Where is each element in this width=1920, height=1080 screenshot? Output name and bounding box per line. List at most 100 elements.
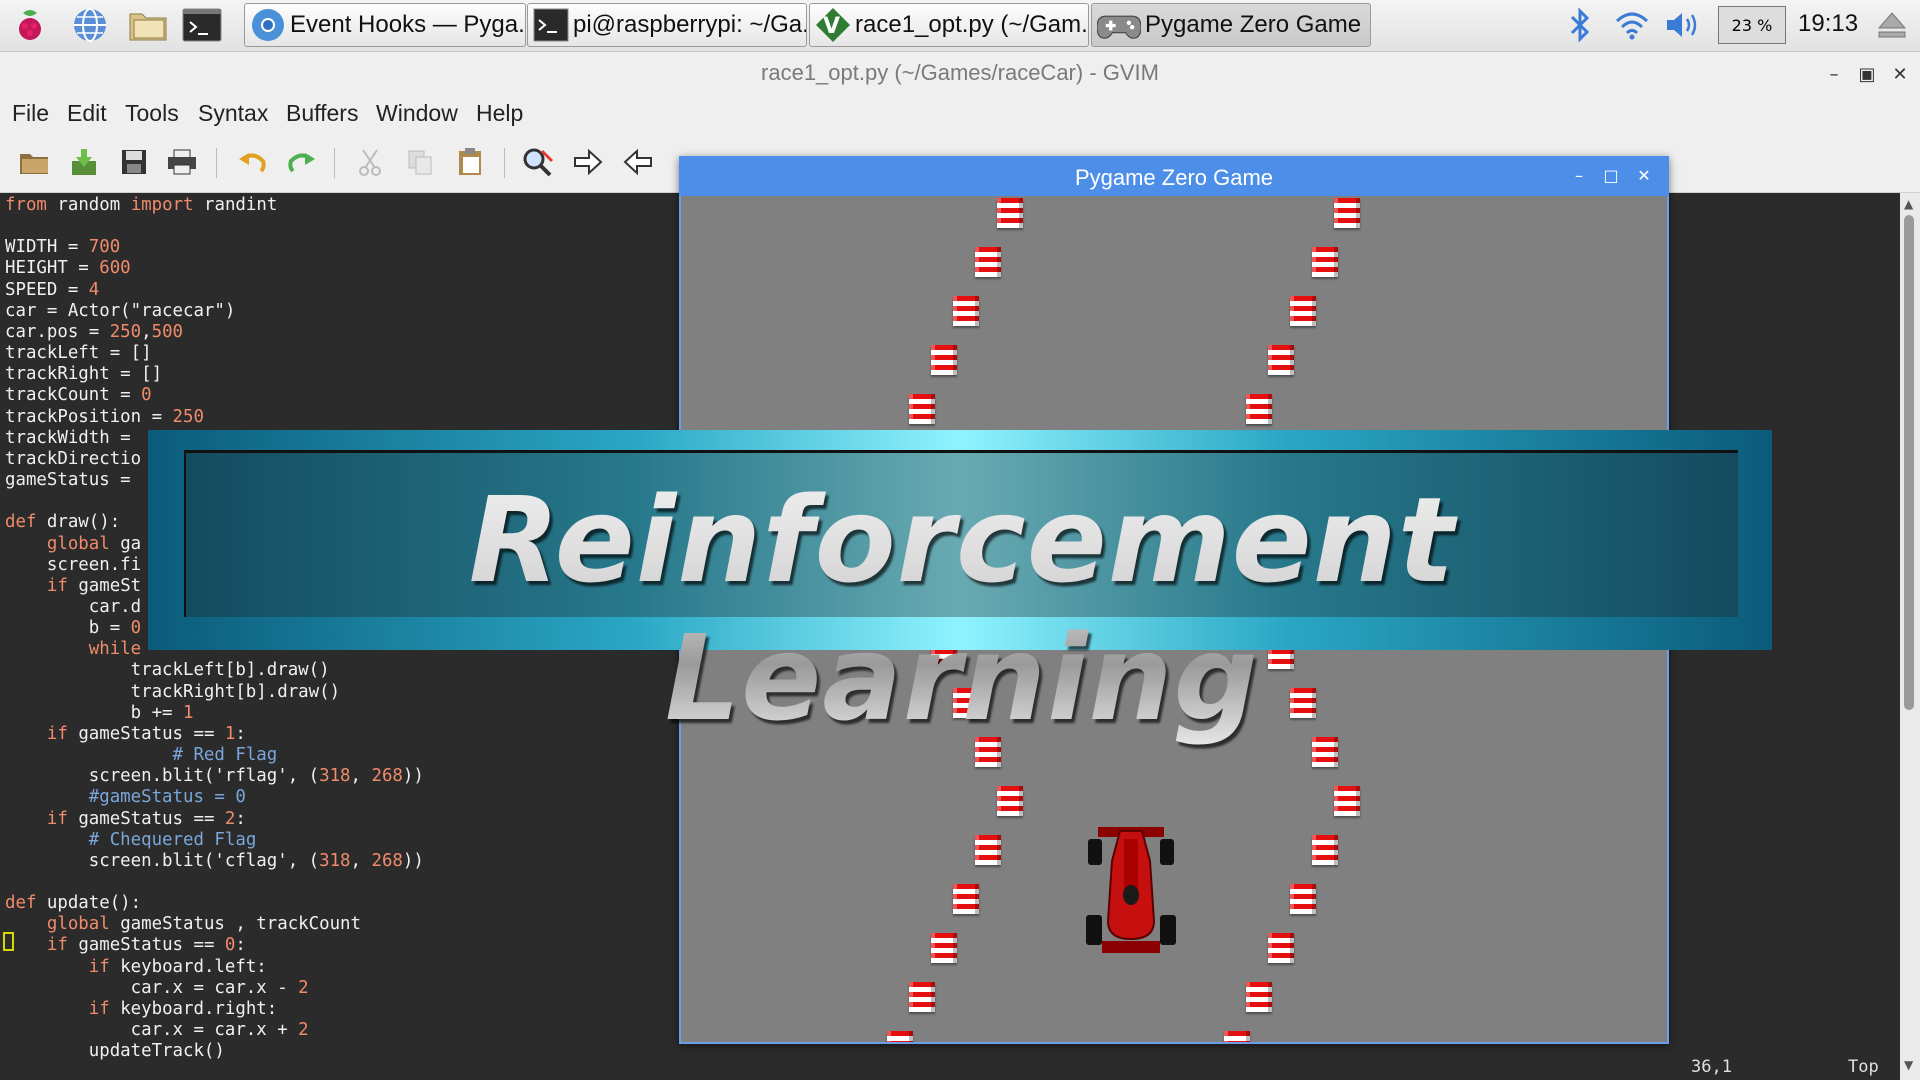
code-number: 2 [298, 977, 309, 998]
scroll-thumb[interactable] [1904, 215, 1914, 710]
cursor-position: 36,1 [1691, 1057, 1732, 1077]
code-number: 0 [130, 618, 142, 639]
web-browser-icon[interactable] [70, 7, 110, 43]
code-line-0b: random [57, 195, 121, 215]
code-number: 268 [371, 850, 403, 871]
code-number: 700 [88, 237, 121, 258]
close-button[interactable]: ✕ [1888, 62, 1912, 86]
code-line: def draw(): [5, 512, 121, 533]
find-replace-icon[interactable] [520, 144, 556, 180]
track-barrier [887, 1031, 913, 1042]
pygame-titlebar[interactable]: Pygame Zero Game – □ ✕ [679, 156, 1669, 196]
code-keyword: global [46, 914, 110, 935]
code-line: # Red Flag [5, 745, 278, 765]
menu-tools[interactable]: Tools [125, 100, 179, 127]
scroll-up-arrow-icon[interactable]: ▲ [1904, 197, 1913, 211]
track-barrier [1290, 884, 1316, 914]
code-line: trackRight = [] [5, 364, 163, 385]
code-number: 4 [88, 279, 100, 300]
raspberry-menu-icon[interactable] [10, 7, 50, 43]
task-terminal[interactable]: pi@raspberrypi: ~/Ga... [527, 3, 807, 47]
pygame-minimize-button[interactable]: – [1568, 164, 1590, 186]
code-line: HEIGHT = 600 [5, 258, 131, 279]
code-keyword: if [46, 808, 68, 829]
task-label: race1_opt.py (~/Gam... [855, 11, 1089, 38]
clock[interactable]: 19:13 [1798, 10, 1858, 38]
code-line: if keyboard.left: [88, 956, 267, 977]
task-chromium[interactable]: Event Hooks — Pyga... [244, 3, 526, 47]
task-gvim[interactable]: V race1_opt.py (~/Gam... [809, 3, 1089, 47]
chromium-icon [252, 9, 284, 41]
vertical-scrollbar[interactable]: ▲ ▼ [1900, 193, 1920, 1080]
minimize-button[interactable]: – [1822, 62, 1846, 86]
menu-buffers[interactable]: Buffers [286, 100, 358, 127]
window-title: race1_opt.py (~/Games/raceCar) - GVIM [761, 60, 1159, 85]
redo-icon[interactable] [284, 144, 320, 180]
terminal-icon [533, 8, 569, 42]
task-label: Event Hooks — Pyga... [290, 11, 526, 38]
save-icon[interactable] [116, 144, 152, 180]
code-line: from random import randint [5, 195, 277, 215]
eject-icon[interactable] [1872, 7, 1912, 43]
wifi-icon[interactable] [1612, 7, 1652, 43]
save-download-icon[interactable] [66, 144, 102, 180]
gvim-titlebar[interactable]: race1_opt.py (~/Games/raceCar) - GVIM – … [0, 52, 1920, 96]
code-number: 0 [224, 935, 236, 956]
menu-syntax[interactable]: Syntax [198, 100, 268, 127]
track-barrier [953, 884, 979, 914]
task-label: Pygame Zero Game [1145, 11, 1362, 38]
maximize-button[interactable]: ▣ [1855, 62, 1879, 86]
code-keyword: if [88, 956, 110, 977]
menu-edit[interactable]: Edit [67, 100, 107, 127]
gamepad-icon [1097, 15, 1141, 39]
code-keyword: if [88, 998, 110, 1019]
code-line: #gameStatus = 0 [5, 787, 246, 807]
file-manager-icon[interactable] [128, 7, 168, 43]
menu-window[interactable]: Window [376, 100, 458, 127]
back-arrow-icon[interactable] [620, 144, 656, 180]
track-barrier [909, 982, 935, 1012]
pygame-maximize-button[interactable]: □ [1600, 164, 1622, 186]
code-line: trackWidth = [5, 427, 131, 448]
code-line: car.x = car.x + 2 [5, 1020, 309, 1041]
track-barrier [1334, 198, 1360, 228]
cut-icon[interactable] [352, 144, 388, 180]
svg-text:V: V [823, 14, 840, 39]
undo-icon[interactable] [234, 144, 270, 180]
forward-arrow-icon[interactable] [570, 144, 606, 180]
open-file-icon[interactable] [16, 144, 52, 180]
code-line: trackLeft = [] [5, 343, 152, 364]
pygame-close-button[interactable]: ✕ [1633, 164, 1655, 186]
cpu-monitor[interactable]: 23 % [1718, 6, 1786, 44]
code-number: 0 [141, 385, 152, 406]
track-barrier [997, 786, 1023, 816]
task-label: pi@raspberrypi: ~/Ga... [573, 11, 807, 38]
code-number: 600 [99, 258, 131, 279]
code-line-0d: randint [204, 195, 278, 215]
code-line-0a: from [5, 195, 47, 215]
paste-icon[interactable] [452, 144, 488, 180]
race-car-sprite [1086, 827, 1176, 953]
code-line: trackCount = 0 [5, 385, 152, 406]
pygame-window-title: Pygame Zero Game [1074, 165, 1274, 190]
track-barrier [1246, 394, 1272, 424]
task-pygame[interactable]: Pygame Zero Game [1091, 3, 1371, 47]
code-comment: # Chequered Flag [88, 829, 257, 850]
bluetooth-icon[interactable] [1560, 7, 1600, 43]
volume-icon[interactable] [1664, 7, 1704, 43]
track-barrier [1268, 345, 1294, 375]
print-icon[interactable] [164, 144, 200, 180]
title-banner-inner: Reinforcement Learning [184, 450, 1738, 747]
code-keyword: global [46, 533, 110, 554]
code-number: 500 [151, 321, 184, 342]
track-barrier [975, 835, 1001, 865]
toolbar-separator [216, 148, 217, 178]
scroll-down-arrow-icon[interactable]: ▼ [1904, 1058, 1913, 1072]
menu-help[interactable]: Help [476, 100, 523, 127]
copy-icon[interactable] [402, 144, 438, 180]
code-line: car = Actor("racecar") [5, 300, 236, 321]
track-barrier [1246, 982, 1272, 1012]
code-line: def update(): [5, 893, 142, 914]
terminal-launcher-icon[interactable] [182, 7, 222, 43]
menu-file[interactable]: File [12, 100, 49, 127]
